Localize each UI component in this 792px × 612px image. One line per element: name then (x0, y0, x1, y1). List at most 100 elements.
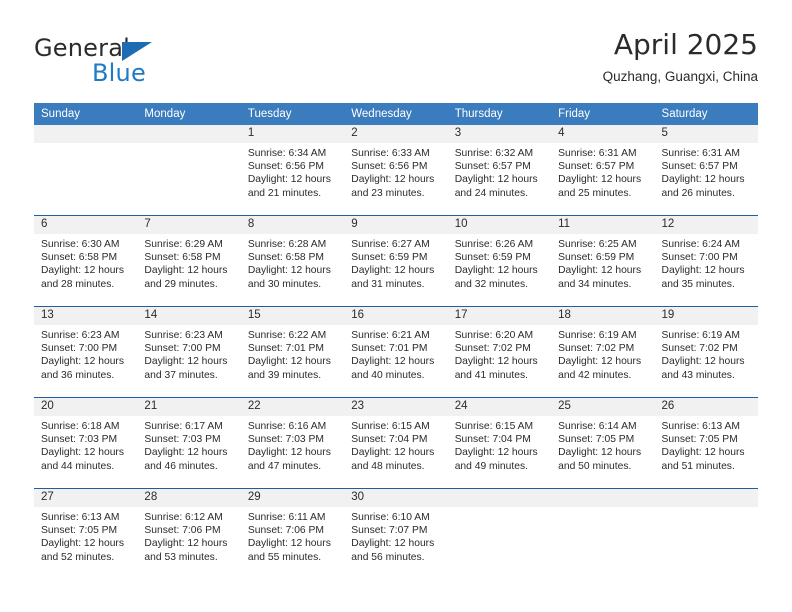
calendar-day-cell[interactable]: 16 Sunrise: 6:21 AM Sunset: 7:01 PM Dayligh… (344, 306, 448, 398)
day-details: Sunrise: 6:19 AM Sunset: 7:02 PM Daylight:… (655, 325, 758, 382)
day-details: Sunrise: 6:13 AM Sunset: 7:05 PM Daylight:… (34, 507, 137, 564)
calendar-day-cell[interactable]: 24 Sunrise: 6:15 AM Sunset: 7:04 PM Dayligh… (447, 397, 552, 489)
daylight-duration-line1: Daylight: 12 hours (454, 265, 538, 277)
daylight-duration-line2: and 42 minutes. (558, 369, 632, 381)
sunrise-time: Sunrise: 6:33 AM (351, 148, 430, 159)
calendar-day-cell[interactable]: 7 Sunrise: 6:29 AM Sunset: 6:58 PM Daylight… (137, 215, 241, 307)
calendar-day-cell[interactable]: 13 Sunrise: 6:23 AM Sunset: 7:00 PM Dayligh… (34, 306, 138, 398)
daylight-duration-line2: and 52 minutes. (41, 551, 115, 563)
day-number: 15 (240, 307, 345, 325)
weekday-header-thursday: Thursday (447, 103, 552, 125)
daylight-duration-line2: and 40 minutes. (351, 369, 425, 381)
calendar-day-cell[interactable]: 29 Sunrise: 6:11 AM Sunset: 7:06 PM Dayligh… (240, 488, 345, 579)
daylight-duration-line1: Daylight: 12 hours (247, 538, 331, 550)
sunrise-time: Sunrise: 6:19 AM (661, 330, 740, 341)
calendar-day-cell[interactable]: 17 Sunrise: 6:20 AM Sunset: 7:02 PM Dayligh… (447, 306, 552, 398)
daylight-duration-line1: Daylight: 12 hours (351, 447, 435, 459)
sunrise-time: Sunrise: 6:15 AM (454, 421, 534, 432)
daylight-duration-line1: Daylight: 12 hours (558, 174, 642, 186)
calendar-day-cell[interactable]: 23 Sunrise: 6:15 AM Sunset: 7:04 PM Dayligh… (344, 397, 448, 489)
sunset-time: Sunset: 6:59 PM (454, 252, 531, 264)
calendar-day-cell[interactable]: 9 Sunrise: 6:27 AM Sunset: 6:59 PM Daylight… (344, 215, 448, 307)
day-number: 20 (34, 398, 138, 416)
daylight-duration-line1: Daylight: 12 hours (558, 447, 642, 459)
sunrise-time: Sunrise: 6:20 AM (454, 330, 534, 341)
calendar-day-cell[interactable]: 21 Sunrise: 6:17 AM Sunset: 7:03 PM Dayligh… (137, 397, 241, 489)
calendar-day-cell[interactable]: 25 Sunrise: 6:14 AM Sunset: 7:05 PM Dayligh… (551, 397, 655, 489)
sunset-time: Sunset: 6:57 PM (661, 161, 738, 173)
calendar-day-cell[interactable]: 2 Sunrise: 6:33 AM Sunset: 6:56 PM Daylight… (344, 125, 448, 216)
calendar-day-cell[interactable]: 22 Sunrise: 6:16 AM Sunset: 7:03 PM Dayligh… (240, 397, 345, 489)
calendar-day-cell[interactable]: 6 Sunrise: 6:30 AM Sunset: 6:58 PM Daylight… (34, 215, 138, 307)
daylight-duration-line1: Daylight: 12 hours (661, 356, 745, 368)
daylight-duration-line2: and 28 minutes. (41, 278, 115, 290)
sunset-time: Sunset: 6:58 PM (247, 252, 324, 264)
calendar-day-cell[interactable]: 19 Sunrise: 6:19 AM Sunset: 7:02 PM Dayligh… (654, 306, 758, 398)
day-number: 2 (344, 125, 448, 143)
page-subtitle: Quzhang, Guangxi, China (602, 69, 758, 84)
calendar-day-cell[interactable]: 3 Sunrise: 6:32 AM Sunset: 6:57 PM Daylight… (447, 125, 552, 216)
weekday-header-tuesday: Tuesday (240, 103, 345, 125)
daylight-duration-line2: and 48 minutes. (351, 460, 425, 472)
calendar-day-cell-empty (34, 125, 138, 216)
calendar-day-cell[interactable]: 11 Sunrise: 6:25 AM Sunset: 6:59 PM Dayligh… (551, 215, 655, 307)
calendar-day-cell[interactable]: 10 Sunrise: 6:26 AM Sunset: 6:59 PM Dayligh… (447, 215, 552, 307)
calendar-day-cell[interactable]: 1 Sunrise: 6:34 AM Sunset: 6:56 PM Daylight… (240, 125, 345, 216)
sunset-time: Sunset: 6:56 PM (351, 161, 428, 173)
calendar-day-cell-empty (137, 125, 241, 216)
sunrise-time: Sunrise: 6:34 AM (247, 148, 327, 159)
day-details: Sunrise: 6:34 AM Sunset: 6:56 PM Daylight:… (241, 143, 344, 200)
calendar-day-cell[interactable]: 30 Sunrise: 6:10 AM Sunset: 7:07 PM Dayligh… (344, 488, 448, 579)
general-blue-logo[interactable]: General Blue (34, 34, 254, 90)
calendar-day-cell[interactable]: 4 Sunrise: 6:31 AM Sunset: 6:57 PM Daylight… (551, 125, 655, 216)
day-details: Sunrise: 6:18 AM Sunset: 7:03 PM Daylight:… (34, 416, 137, 473)
calendar-day-cell[interactable]: 20 Sunrise: 6:18 AM Sunset: 7:03 PM Dayligh… (34, 397, 138, 489)
day-number: 12 (654, 216, 758, 234)
calendar-day-cell[interactable]: 28 Sunrise: 6:12 AM Sunset: 7:06 PM Dayligh… (137, 488, 241, 579)
day-number: 19 (654, 307, 758, 325)
sunrise-time: Sunrise: 6:13 AM (661, 421, 740, 432)
daylight-duration-line1: Daylight: 12 hours (454, 174, 538, 186)
calendar-day-cell[interactable]: 5 Sunrise: 6:31 AM Sunset: 6:57 PM Daylight… (654, 125, 758, 216)
calendar-day-cell[interactable]: 26 Sunrise: 6:13 AM Sunset: 7:05 PM Dayligh… (654, 397, 758, 489)
calendar-day-cell[interactable]: 15 Sunrise: 6:22 AM Sunset: 7:01 PM Dayligh… (240, 306, 345, 398)
calendar-day-cell[interactable]: 12 Sunrise: 6:24 AM Sunset: 7:00 PM Dayligh… (654, 215, 758, 307)
sunrise-time: Sunrise: 6:12 AM (144, 512, 223, 523)
sunrise-time: Sunrise: 6:26 AM (454, 239, 534, 250)
sunrise-time: Sunrise: 6:28 AM (247, 239, 327, 250)
day-number: 24 (447, 398, 552, 416)
daylight-duration-line2: and 37 minutes. (144, 369, 218, 381)
page-title: April 2025 (613, 28, 758, 61)
calendar-week-row: 6 Sunrise: 6:30 AM Sunset: 6:58 PM Daylight… (34, 215, 758, 307)
day-details: Sunrise: 6:33 AM Sunset: 6:56 PM Daylight:… (344, 143, 447, 200)
day-number: 17 (447, 307, 552, 325)
day-number: 7 (137, 216, 241, 234)
day-details: Sunrise: 6:28 AM Sunset: 6:58 PM Daylight:… (241, 234, 344, 291)
daylight-duration-line2: and 34 minutes. (558, 278, 632, 290)
daylight-duration-line1: Daylight: 12 hours (144, 265, 228, 277)
calendar-day-cell[interactable]: 27 Sunrise: 6:13 AM Sunset: 7:05 PM Dayligh… (34, 488, 138, 579)
sunrise-time: Sunrise: 6:23 AM (144, 330, 223, 341)
weekday-header-wednesday: Wednesday (344, 103, 448, 125)
daylight-duration-line1: Daylight: 12 hours (454, 447, 538, 459)
day-number: 11 (551, 216, 655, 234)
day-details: Sunrise: 6:23 AM Sunset: 7:00 PM Daylight:… (137, 325, 240, 382)
day-details: Sunrise: 6:25 AM Sunset: 6:59 PM Daylight:… (551, 234, 654, 291)
sunset-time: Sunset: 6:56 PM (247, 161, 324, 173)
day-details: Sunrise: 6:15 AM Sunset: 7:04 PM Daylight:… (448, 416, 551, 473)
calendar-day-cell[interactable]: 8 Sunrise: 6:28 AM Sunset: 6:58 PM Daylight… (240, 215, 345, 307)
sunrise-time: Sunrise: 6:25 AM (558, 239, 637, 250)
day-details: Sunrise: 6:10 AM Sunset: 7:07 PM Daylight:… (344, 507, 447, 564)
calendar-day-cell[interactable]: 14 Sunrise: 6:23 AM Sunset: 7:00 PM Dayligh… (137, 306, 241, 398)
title-block: April 2025 Quzhang, Guangxi, China (603, 28, 758, 85)
day-details: Sunrise: 6:20 AM Sunset: 7:02 PM Daylight:… (448, 325, 551, 382)
page-header: General Blue April 2025 Quzhang, Guangxi… (34, 28, 758, 96)
calendar-day-cell[interactable]: 18 Sunrise: 6:19 AM Sunset: 7:02 PM Dayligh… (551, 306, 655, 398)
sunrise-time: Sunrise: 6:10 AM (351, 512, 430, 523)
day-number: 26 (654, 398, 758, 416)
sunrise-time: Sunrise: 6:23 AM (41, 330, 120, 341)
sunset-time: Sunset: 7:06 PM (247, 525, 324, 537)
sunrise-time: Sunrise: 6:27 AM (351, 239, 430, 250)
sunset-time: Sunset: 6:57 PM (454, 161, 531, 173)
daylight-duration-line2: and 39 minutes. (247, 369, 322, 381)
